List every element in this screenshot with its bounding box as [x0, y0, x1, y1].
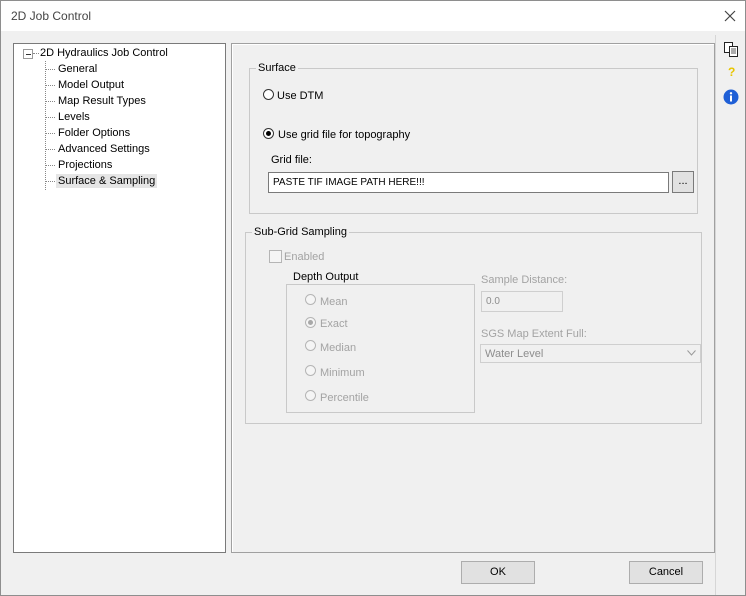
close-button[interactable]	[715, 1, 745, 31]
use-grid-file-radio[interactable]	[263, 128, 274, 139]
dialog-window: 2D Job Control 2D Hydraulics Job Control…	[0, 0, 746, 596]
use-grid-file-label[interactable]: Use grid file for topography	[278, 129, 410, 141]
tree-item-general[interactable]: General	[56, 62, 99, 76]
use-dtm-label[interactable]: Use DTM	[277, 90, 323, 102]
tree-item-advanced-settings[interactable]: Advanced Settings	[56, 142, 152, 156]
tree-item-folder-options[interactable]: Folder Options	[56, 126, 132, 140]
settings-tree: 2D Hydraulics Job Control General Model …	[13, 43, 226, 553]
use-dtm-radio[interactable]	[263, 89, 274, 100]
sample-distance-label: Sample Distance:	[481, 274, 568, 286]
sgs-extent-value: Water Level	[485, 348, 544, 360]
tree-item-map-result-types[interactable]: Map Result Types	[56, 94, 148, 108]
copy-icon[interactable]	[723, 41, 739, 57]
tree-item-surface-sampling[interactable]: Surface & Sampling	[56, 174, 158, 188]
ok-button[interactable]: OK	[461, 561, 535, 584]
depth-median-radio[interactable]	[305, 340, 316, 351]
grid-file-label: Grid file:	[271, 154, 312, 166]
settings-panel: Surface Use DTM Use grid file for topogr…	[231, 43, 715, 553]
subgrid-group-title: Sub-Grid Sampling	[252, 226, 349, 238]
svg-text:?: ?	[728, 65, 735, 79]
depth-minimum-label[interactable]: Minimum	[320, 367, 365, 379]
info-icon[interactable]	[723, 89, 739, 105]
depth-mean-radio[interactable]	[305, 294, 316, 305]
sgs-extent-select[interactable]: Water Level	[480, 344, 701, 363]
depth-median-label[interactable]: Median	[320, 342, 356, 354]
depth-percentile-radio[interactable]	[305, 390, 316, 401]
tree-item-levels[interactable]: Levels	[56, 110, 92, 124]
browse-button[interactable]: ...	[672, 171, 694, 193]
cancel-button[interactable]: Cancel	[629, 561, 703, 584]
help-icon[interactable]: ?	[723, 64, 739, 80]
surface-group-title: Surface	[256, 62, 298, 74]
sgs-extent-label: SGS Map Extent Full:	[481, 328, 587, 340]
enabled-checkbox[interactable]	[269, 250, 282, 263]
collapse-toggle-icon[interactable]	[23, 49, 33, 59]
window-title: 2D Job Control	[11, 9, 92, 23]
depth-percentile-label[interactable]: Percentile	[320, 392, 369, 404]
depth-output-title: Depth Output	[291, 271, 361, 283]
tree-root-label[interactable]: 2D Hydraulics Job Control	[38, 46, 170, 60]
enabled-label[interactable]: Enabled	[284, 251, 324, 263]
tree-item-model-output[interactable]: Model Output	[56, 78, 126, 92]
tree-item-projections[interactable]: Projections	[56, 158, 114, 172]
side-toolbar-divider	[715, 35, 716, 595]
depth-exact-radio[interactable]	[305, 317, 316, 328]
title-bar: 2D Job Control	[1, 1, 745, 31]
depth-minimum-radio[interactable]	[305, 365, 316, 376]
grid-file-input[interactable]: PASTE TIF IMAGE PATH HERE!!!	[268, 172, 669, 193]
depth-exact-label[interactable]: Exact	[320, 318, 348, 330]
close-icon	[724, 10, 736, 22]
chevron-down-icon	[687, 350, 696, 356]
sample-distance-input[interactable]: 0.0	[481, 291, 563, 312]
depth-mean-label[interactable]: Mean	[320, 296, 348, 308]
